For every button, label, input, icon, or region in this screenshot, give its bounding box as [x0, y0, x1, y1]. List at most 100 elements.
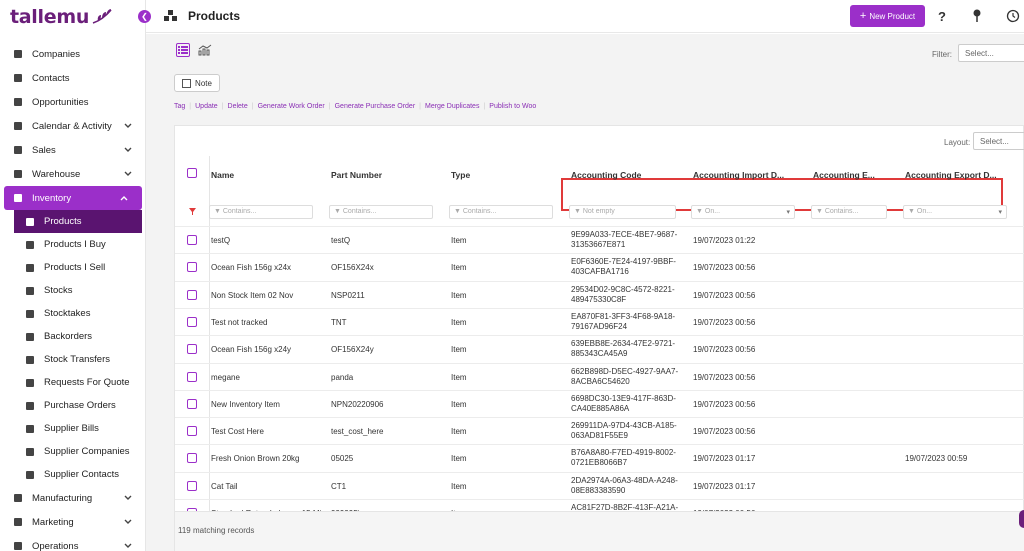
funnel-icon: ▼ [454, 208, 463, 215]
action-update[interactable]: Update [195, 103, 218, 110]
filter-icon[interactable] [189, 207, 196, 217]
note-button[interactable]: Note [174, 74, 220, 92]
row-checkbox[interactable] [187, 426, 197, 437]
sidebar-item-calendar-activity[interactable]: Calendar & Activity [0, 114, 145, 138]
accounting-code-line-2: 489475330C8F [571, 294, 627, 304]
table-row[interactable]: megane panda Item 19/07/2023 00:56 662B898D-… [175, 362, 1024, 391]
column-header[interactable]: Accounting Export D... [905, 170, 997, 180]
row-checkbox[interactable] [187, 316, 197, 327]
filter-select[interactable]: Select... [958, 44, 1024, 62]
filter-placeholder: Contains... [342, 208, 377, 215]
column-filter-input[interactable]: ▼ On... ▾ [691, 205, 795, 219]
action-merge-duplicates[interactable]: Merge Duplicates [425, 103, 479, 110]
sidebar-item-operations[interactable]: Operations [0, 534, 145, 551]
sidebar-item-sales[interactable]: Sales [0, 138, 145, 162]
table-row[interactable]: Ocean Fish 156g x24y OF156X24y Item 19/07/2… [175, 335, 1024, 363]
separator: | [328, 103, 331, 110]
sidebar-subitem-supplier-contacts[interactable]: Supplier Contacts [0, 463, 145, 486]
column-filter-input[interactable]: ▼ Not empty [569, 205, 676, 219]
row-checkbox[interactable] [187, 289, 197, 300]
row-checkbox[interactable] [187, 371, 197, 382]
bill-icon [24, 423, 36, 435]
accounting-code-line-2: 403CAFBA1716 [571, 267, 629, 277]
column-filter-input[interactable]: ▼ On... ▾ [903, 205, 1007, 219]
row-checkbox[interactable] [187, 453, 197, 464]
sidebar-subitem-supplier-companies[interactable]: Supplier Companies [0, 440, 145, 463]
filter-placeholder: Contains... [824, 208, 859, 215]
action-generate-work-order[interactable]: Generate Work Order [258, 103, 325, 110]
table-row[interactable]: Test not tracked TNT Item 19/07/2023 00:56 E… [175, 307, 1024, 336]
cell-part: CT1 [331, 481, 347, 491]
sidebar-subitem-products[interactable]: Products [14, 210, 142, 233]
sidebar-item-opportunities[interactable]: Opportunities [0, 90, 145, 114]
table-row[interactable]: Ocean Fish 156g x24x OF156X24x Item 19/07/2… [175, 253, 1024, 281]
row-checkbox[interactable] [187, 398, 197, 409]
table-row[interactable]: testQ testQ Item 19/07/2023 01:22 9E99A033-7… [175, 226, 1024, 254]
column-header[interactable]: Accounting Import D... [693, 170, 784, 180]
row-checkbox[interactable] [187, 480, 197, 491]
sidebar-item-warehouse[interactable]: Warehouse [0, 162, 145, 186]
action-publish-to-woo[interactable]: Publish to Woo [489, 103, 536, 110]
sidebar-item-label: Stocktakes [44, 308, 91, 319]
table-row[interactable]: New Inventory Item NPN20220906 Item 19/07/2… [175, 389, 1024, 418]
action-tag[interactable]: Tag [174, 103, 185, 110]
sidebar-item-contacts[interactable]: Contacts [0, 66, 145, 90]
pin-icon[interactable] [972, 9, 982, 23]
sidebar-item-label: Supplier Bills [44, 423, 99, 434]
boxes-icon [24, 216, 36, 228]
cell-accounting-code: 6698DC30-13E9-417F-863D- CA40E885A86A [571, 394, 676, 414]
column-header[interactable]: Part Number [331, 170, 382, 180]
chart-icon [12, 516, 24, 528]
accounting-code-line-1: E0F6360E-7E24-4197-9BBF- [571, 257, 676, 267]
action-generate-purchase-order[interactable]: Generate Purchase Order [335, 103, 416, 110]
list-view-button[interactable] [176, 43, 190, 57]
column-header[interactable]: Accounting E... [813, 170, 875, 180]
accounting-code-line-1: 9E99A033-7ECE-4BE7-9687- [571, 230, 678, 239]
sidebar-item-label: Calendar & Activity [32, 120, 112, 132]
sidebar-item-inventory[interactable]: Inventory [4, 186, 142, 210]
new-product-button[interactable]: + New Product [850, 5, 925, 27]
chart-view-button[interactable] [198, 43, 212, 57]
row-checkbox[interactable] [187, 344, 197, 355]
products-table: Layout: Select... Name Part Number Type Acc… [174, 125, 1024, 551]
sidebar-subitem-stock-transfers[interactable]: Stock Transfers [0, 348, 145, 371]
collapse-sidebar-button[interactable]: ❮ [138, 10, 151, 23]
sidebar-subitem-products-i-buy[interactable]: Products I Buy [0, 233, 145, 256]
cell-part: 05025 [331, 454, 354, 464]
logo[interactable]: tallemu [10, 4, 115, 30]
help-icon[interactable]: ? [938, 9, 946, 24]
row-checkbox[interactable] [187, 262, 197, 273]
table-row[interactable]: Test Cost Here test_cost_here Item 19/07/20… [175, 417, 1024, 445]
separator: | [221, 103, 224, 110]
cell-import: 19/07/2023 00:56 [693, 317, 756, 327]
select-all-checkbox[interactable] [187, 168, 197, 178]
sidebar-item-manufacturing[interactable]: Manufacturing [0, 486, 145, 510]
sidebar-subitem-supplier-bills[interactable]: Supplier Bills [0, 417, 145, 440]
column-filter-input[interactable]: ▼ Contains... [209, 205, 313, 219]
table-row[interactable]: Cat Tail CT1 Item 19/07/2023 01:17 2DA2974A-… [175, 471, 1024, 500]
row-checkbox[interactable] [187, 235, 197, 245]
column-header[interactable]: Accounting Code [571, 170, 641, 180]
table-row[interactable]: Non Stock Item 02 Nov NSP0211 Item 19/07/20… [175, 280, 1024, 309]
top-header: ❮ Products + New Product ? [138, 0, 1024, 33]
sidebar-item-companies[interactable]: Companies [0, 42, 145, 66]
column-header[interactable]: Type [451, 170, 470, 180]
history-icon[interactable] [1006, 9, 1020, 23]
sidebar: tallemu Companies Contacts Opportunities Ca… [0, 0, 146, 551]
action-delete[interactable]: Delete [228, 103, 248, 110]
column-filter-input[interactable]: ▼ Contains... [329, 205, 433, 219]
column-filter-input[interactable]: ▼ Contains... [449, 205, 553, 219]
sidebar-subitem-stocktakes[interactable]: Stocktakes [0, 302, 145, 325]
column-filter-input[interactable]: ▼ Contains... [811, 205, 887, 219]
sidebar-subitem-products-i-sell[interactable]: Products I Sell [0, 256, 145, 279]
layout-select[interactable]: Select... [973, 132, 1024, 150]
table-row[interactable]: Fresh Onion Brown 20kg 05025 Item 19/07/202… [175, 444, 1024, 472]
sidebar-subitem-requests-for-quote[interactable]: Requests For Quote [0, 371, 145, 394]
sidebar-item-marketing[interactable]: Marketing [0, 510, 145, 534]
sidebar-subitem-purchase-orders[interactable]: Purchase Orders [0, 394, 145, 417]
filter-row: ▼ Contains... ▼ Contains... ▼ Contains... ▼… [175, 202, 1024, 226]
sidebar-subitem-stocks[interactable]: Stocks [0, 279, 145, 302]
sidebar-subitem-backorders[interactable]: Backorders [0, 325, 145, 348]
column-header[interactable]: Name [211, 170, 234, 180]
chat-bubble-button[interactable] [1019, 510, 1024, 528]
